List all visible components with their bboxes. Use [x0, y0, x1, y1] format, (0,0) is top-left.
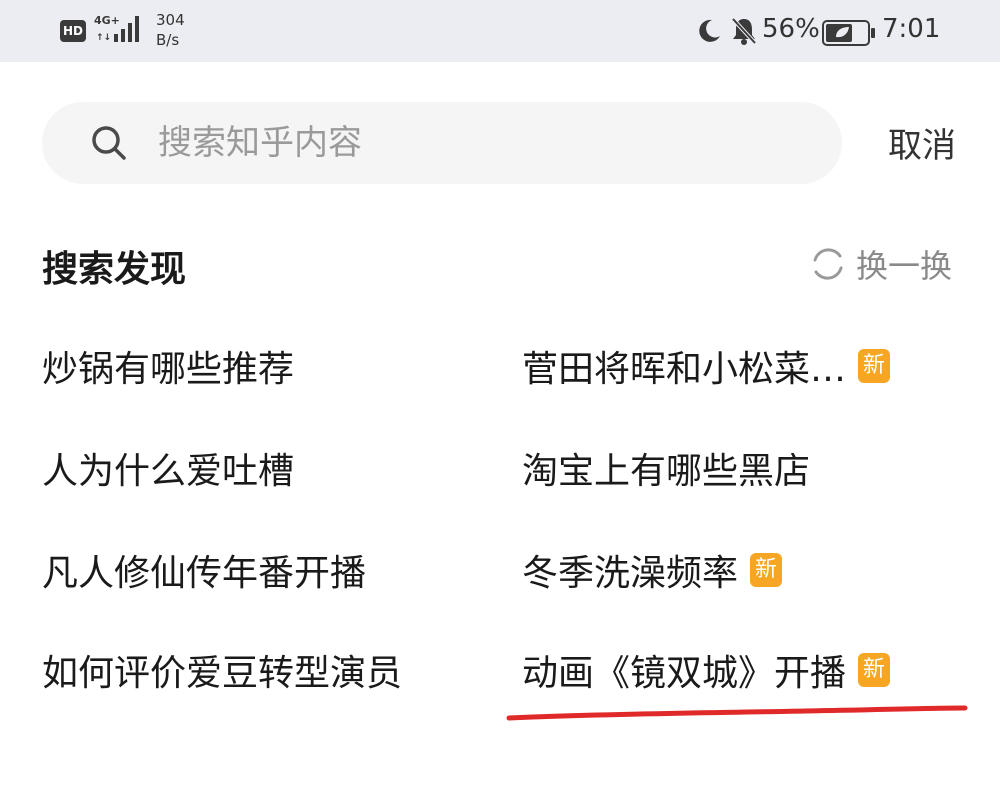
annotation-underline	[506, 705, 968, 721]
cancel-button[interactable]: 取消	[888, 118, 956, 167]
hd-badge: HD	[60, 20, 86, 42]
discover-item-label: 如何评价爱豆转型演员	[42, 653, 403, 694]
discover-item[interactable]: 冬季洗澡频率 新	[522, 544, 783, 596]
search-bar[interactable]	[42, 102, 842, 184]
discover-item-label: 人为什么爱吐槽	[42, 451, 295, 492]
discover-item[interactable]: 动画《镜双城》开播 新	[522, 644, 891, 696]
search-icon	[92, 126, 126, 160]
discover-item[interactable]: 菅田将晖和小松菜… 新	[522, 340, 891, 392]
status-bar: HD 4G+ ↑↓ 304 B/s 56% 7:01	[0, 0, 1000, 62]
discover-item-label: 菅田将晖和小松菜…	[522, 349, 847, 390]
battery-percent: 56%	[762, 14, 820, 44]
moon-icon	[699, 19, 720, 42]
discover-item-label: 淘宝上有哪些黑店	[522, 451, 811, 492]
refresh-label: 换一换	[856, 247, 953, 285]
discover-item[interactable]: 炒锅有哪些推荐	[42, 340, 294, 392]
speed-unit: B/s	[156, 31, 180, 49]
refresh-button[interactable]: 换一换	[808, 244, 953, 285]
clock: 7:01	[882, 14, 941, 44]
new-badge: 新	[858, 349, 891, 383]
discover-item-label: 动画《镜双城》开播	[522, 653, 847, 694]
discover-item-label: 凡人修仙传年番开播	[42, 553, 367, 594]
svg-text:4G+: 4G+	[94, 14, 120, 27]
discover-item-label: 炒锅有哪些推荐	[42, 349, 295, 390]
discover-item-label: 冬季洗澡频率	[522, 553, 739, 594]
svg-text:↑↓: ↑↓	[96, 33, 111, 43]
network-speed: 304 B/s	[156, 10, 196, 50]
new-badge: 新	[750, 553, 783, 587]
speed-value: 304	[156, 11, 185, 29]
new-badge: 新	[858, 653, 891, 687]
battery-icon	[822, 20, 875, 46]
discover-item[interactable]: 凡人修仙传年番开播	[42, 544, 366, 596]
discover-item[interactable]: 如何评价爱豆转型演员	[42, 644, 402, 696]
discover-item[interactable]: 淘宝上有哪些黑店	[522, 442, 810, 494]
refresh-icon	[813, 248, 843, 280]
search-input[interactable]	[158, 102, 798, 184]
bell-off-icon	[731, 17, 757, 45]
signal-icon: 4G+ ↑↓	[94, 14, 139, 43]
discover-item[interactable]: 人为什么爱吐槽	[42, 442, 294, 494]
section-title: 搜索发现	[42, 249, 187, 290]
